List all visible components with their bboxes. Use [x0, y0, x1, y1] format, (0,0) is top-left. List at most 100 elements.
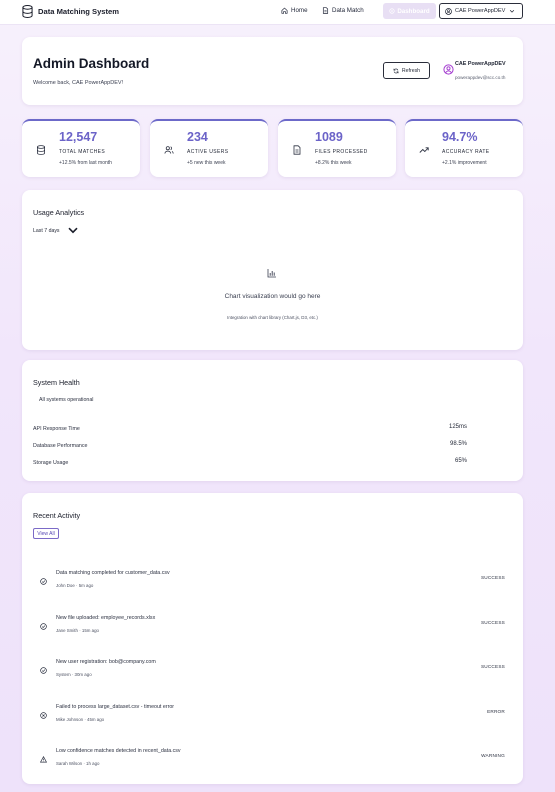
activity-time: 45m ago — [87, 717, 105, 722]
top-navbar: Data Matching System Home Data Match Das… — [0, 0, 555, 25]
trending-up-icon — [419, 147, 429, 153]
metric-database-performance-label: Database Performance — [33, 443, 88, 449]
user-menu-button[interactable]: CAE PowerAppDEV — [439, 3, 523, 19]
stat-value: 12,547 — [59, 130, 98, 144]
stat-change: +2.1% improvement — [442, 160, 487, 166]
status-badge: WARNING — [481, 753, 505, 758]
chevron-down-icon — [510, 9, 515, 13]
nav-home[interactable]: Home — [281, 7, 308, 14]
usage-analytics-title: Usage Analytics — [33, 208, 85, 217]
system-health-panel: System Health All systems operational AP… — [22, 360, 523, 481]
health-status-text: All systems operational — [39, 397, 94, 403]
database-icon — [37, 145, 45, 155]
status-badge: ERROR — [487, 709, 505, 714]
stat-change: +8.2% this week — [315, 160, 352, 166]
view-all-button[interactable]: View All — [33, 528, 59, 539]
x-circle-icon — [40, 712, 47, 719]
metric-api-response-time-value: 125ms — [448, 424, 467, 430]
activity-meta: John Doe · 5m ago — [56, 583, 94, 588]
nav-dashboard-label: Dashboard — [397, 7, 430, 15]
stat-card-total-matches: 12,547 TOTAL MATCHES +12.5% from last mo… — [22, 119, 140, 177]
activity-user: Mike Johnson — [56, 717, 84, 722]
status-badge: SUCCESS — [480, 620, 505, 625]
recent-activity-panel: Recent Activity View All Data matching c… — [22, 493, 523, 784]
check-circle-icon — [40, 667, 47, 674]
activity-time: 15m ago — [81, 628, 99, 633]
activity-meta: Mike Johnson · 45m ago — [56, 717, 105, 722]
chart-placeholder-text: Chart visualization would go here — [224, 293, 321, 300]
activity-meta: Jane Smith · 15m ago — [56, 628, 99, 633]
app-title: Data Matching System — [38, 7, 120, 16]
metric-storage-usage-label: Storage Usage — [33, 460, 69, 466]
metric-api-response-time-label: API Response Time — [33, 426, 80, 432]
file-text-icon — [322, 7, 329, 14]
stat-label: ACTIVE USERS — [187, 149, 229, 155]
activity-user: John Doe — [56, 583, 75, 588]
activity-meta: Sarah Wilson · 1h ago — [56, 761, 100, 766]
activity-user: System — [56, 672, 71, 677]
stat-value: 1089 — [315, 130, 343, 144]
warning-triangle-icon — [40, 756, 47, 763]
chart-placeholder-subtext: Integration with chart library (Chart.js… — [227, 315, 318, 320]
stat-label: ACCURACY RATE — [442, 149, 490, 155]
nav-data-match-label: Data Match — [332, 7, 364, 14]
user-circle-icon — [445, 7, 452, 15]
check-circle-icon — [40, 578, 47, 585]
refresh-label: Refresh — [401, 67, 421, 74]
activity-user: Jane Smith — [56, 628, 78, 633]
status-badge: SUCCESS — [480, 575, 505, 580]
check-circle-icon — [40, 623, 47, 630]
bar-chart-icon — [267, 269, 276, 278]
file-icon — [293, 145, 301, 155]
database-icon — [22, 5, 33, 18]
activity-message: New user registration: bob@company.com — [56, 659, 156, 665]
status-badge: SUCCESS — [480, 664, 505, 669]
activity-time: 30m ago — [74, 672, 92, 677]
welcome-message: Welcome back, CAE PowerAppDEV! — [33, 80, 124, 86]
activity-user: Sarah Wilson — [56, 761, 83, 766]
activity-item[interactable]: New user registration: bob@company.com S… — [22, 659, 523, 689]
stat-card-accuracy-rate: 94.7% ACCURACY RATE +2.1% improvement — [405, 119, 523, 177]
stat-label: TOTAL MATCHES — [59, 149, 106, 155]
user-menu-label: CAE PowerAppDEV — [455, 8, 506, 14]
date-range-value: Last 7 days — [33, 227, 60, 234]
stat-card-files-processed: 1089 FILES PROCESSED +8.2% this week — [278, 119, 396, 177]
activity-item[interactable]: Failed to process large_dataset.csv - ti… — [22, 704, 523, 734]
stat-value: 234 — [187, 130, 208, 144]
stat-card-active-users: 234 ACTIVE USERS +5 new this week — [150, 119, 268, 177]
nav-data-match[interactable]: Data Match — [322, 7, 364, 14]
profile-name: CAE PowerAppDEV — [455, 61, 506, 67]
date-range-select[interactable]: Last 7 days — [33, 227, 78, 234]
activity-item[interactable]: Low confidence matches detected in recen… — [22, 748, 523, 778]
stat-label: FILES PROCESSED — [315, 149, 368, 155]
dashboard-icon — [389, 8, 395, 14]
refresh-button[interactable]: Refresh — [383, 62, 430, 79]
system-health-title: System Health — [33, 378, 80, 387]
dashboard-header: Admin Dashboard Welcome back, CAE PowerA… — [22, 37, 523, 105]
nav-home-label: Home — [291, 7, 308, 14]
activity-time: 1h ago — [86, 761, 100, 766]
activity-message: New file uploaded: employee_records.xlsx — [56, 615, 156, 621]
profile-email: powerappdev@scc.co.th — [455, 75, 506, 80]
stat-value: 94.7% — [442, 130, 478, 144]
metric-storage-usage-value: 65% — [454, 458, 467, 464]
chevron-down-icon — [67, 227, 78, 234]
stat-change: +12.5% from last month — [59, 160, 112, 166]
activity-message: Failed to process large_dataset.csv - ti… — [56, 704, 175, 710]
stat-change: +5 new this week — [187, 160, 226, 166]
brand[interactable]: Data Matching System — [22, 5, 119, 18]
activity-item[interactable]: New file uploaded: employee_records.xlsx… — [22, 615, 523, 645]
activity-item[interactable]: Data matching completed for customer_dat… — [22, 570, 523, 600]
usage-analytics-panel: Usage Analytics Last 7 days Chart visual… — [22, 190, 523, 350]
activity-message: Low confidence matches detected in recen… — [56, 748, 181, 754]
activity-message: Data matching completed for customer_dat… — [56, 570, 170, 576]
page-title: Admin Dashboard — [33, 56, 150, 71]
activity-meta: System · 30m ago — [56, 672, 92, 677]
home-icon — [281, 7, 288, 14]
activity-time: 5m ago — [78, 583, 94, 588]
metric-database-performance-value: 98.5% — [449, 441, 467, 447]
refresh-icon — [393, 68, 399, 73]
avatar-icon — [443, 64, 454, 75]
users-icon — [164, 146, 174, 154]
nav-dashboard[interactable]: Dashboard — [383, 3, 436, 19]
